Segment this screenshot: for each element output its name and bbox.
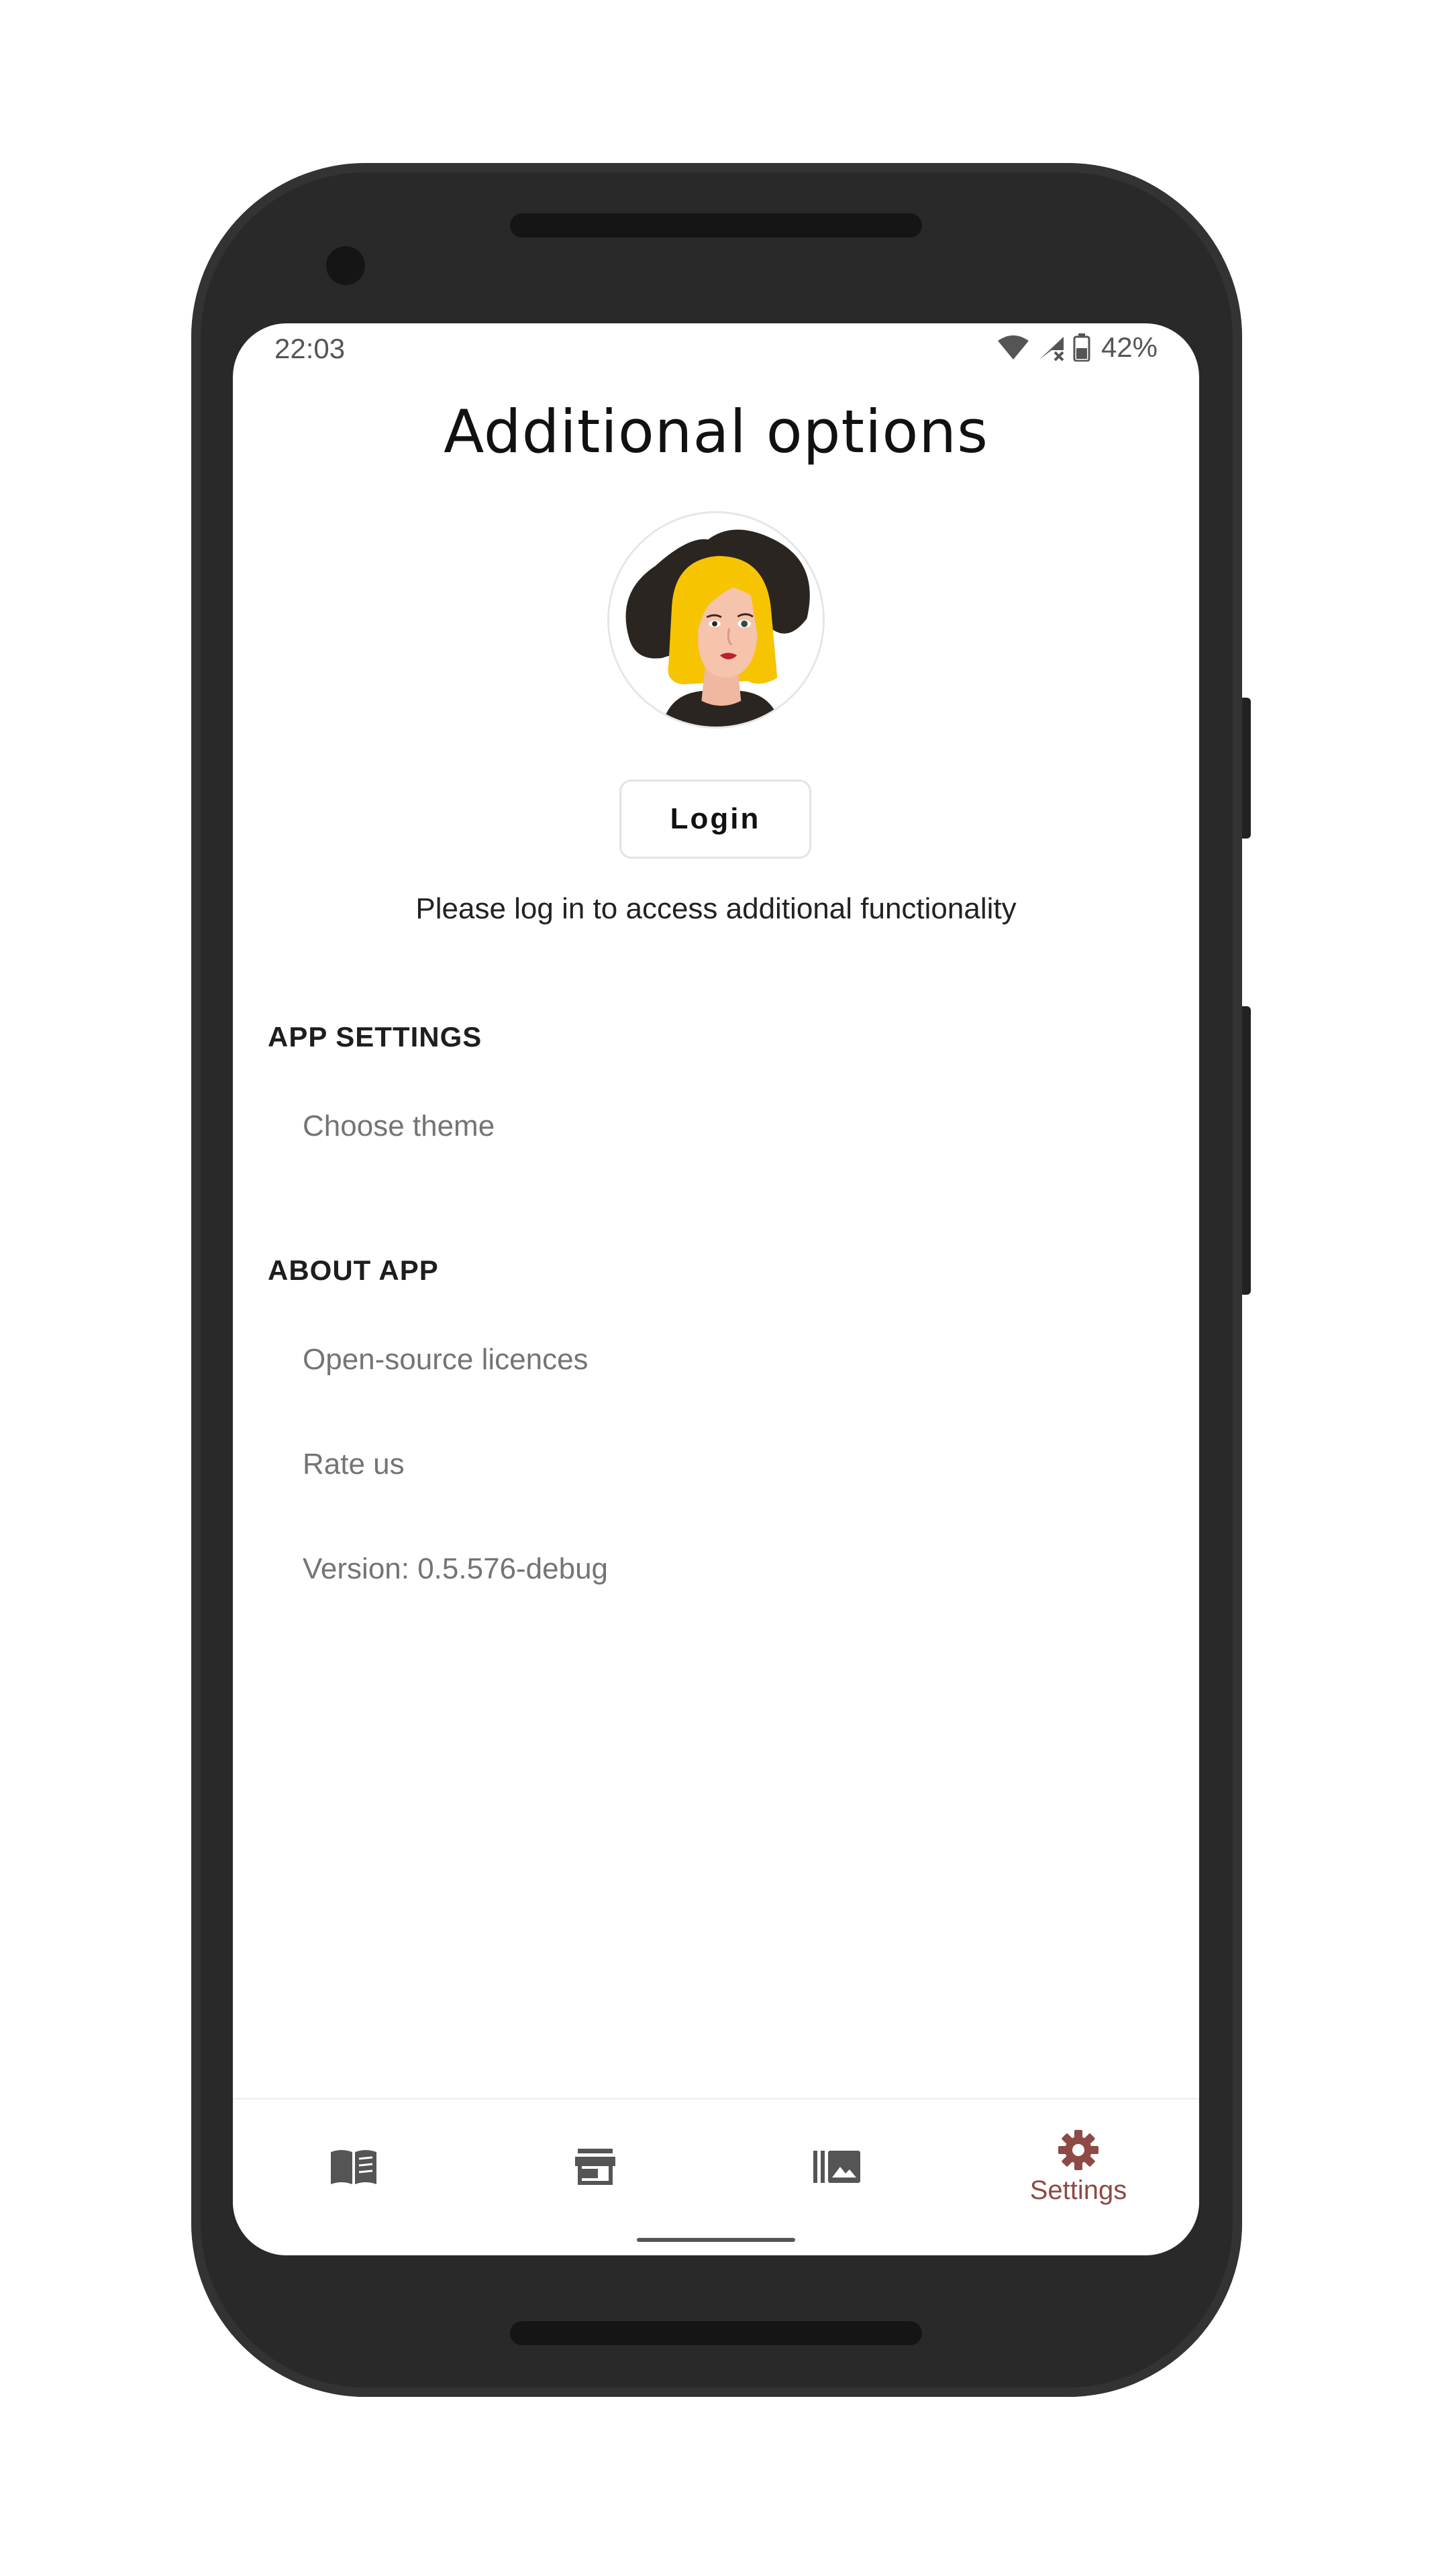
bottom-speaker (510, 2321, 922, 2345)
front-camera (326, 246, 365, 285)
signal-off-icon (1037, 334, 1066, 361)
battery-icon (1073, 333, 1090, 362)
section-header-about-app: ABOUT APP (268, 1254, 439, 1286)
status-bar: 22:03 42% (233, 323, 1199, 377)
rate-us-item[interactable]: Rate us (303, 1448, 405, 1481)
login-button[interactable]: Login (619, 780, 811, 859)
page: 22:03 42% Additional options Login Pleas… (0, 0, 1432, 2576)
status-time: 22:03 (274, 333, 346, 364)
store-icon (574, 2147, 617, 2186)
phone-screen: 22:03 42% Additional options Login Pleas… (233, 323, 1199, 2255)
home-indicator[interactable] (637, 2238, 795, 2242)
nav-label-settings: Settings (1029, 2175, 1127, 2205)
login-hint-text: Please log in to access additional funct… (415, 892, 1017, 925)
avatar (607, 511, 825, 729)
woman-with-hat-avatar-icon (625, 529, 810, 727)
status-icons: 42% (996, 331, 1158, 364)
nav-item-gallery[interactable] (716, 2100, 958, 2234)
section-header-app-settings: APP SETTINGS (268, 1021, 482, 1053)
bottom-navigation: Settings (233, 2098, 1199, 2255)
gear-icon (1057, 2129, 1100, 2171)
gallery-icon (812, 2149, 862, 2184)
version-text: Version: 0.5.576-debug (303, 1552, 609, 1585)
top-speaker (510, 213, 922, 237)
nav-item-settings[interactable]: Settings (958, 2100, 1199, 2234)
choose-theme-item[interactable]: Choose theme (303, 1110, 495, 1143)
battery-percentage: 42% (1101, 331, 1158, 363)
nav-item-library[interactable] (233, 2100, 474, 2234)
open-source-licences-item[interactable]: Open-source licences (303, 1343, 589, 1377)
wifi-icon (996, 334, 1030, 361)
book-icon (328, 2147, 379, 2187)
page-title: Additional options (444, 397, 988, 466)
nav-item-store[interactable] (474, 2100, 716, 2234)
